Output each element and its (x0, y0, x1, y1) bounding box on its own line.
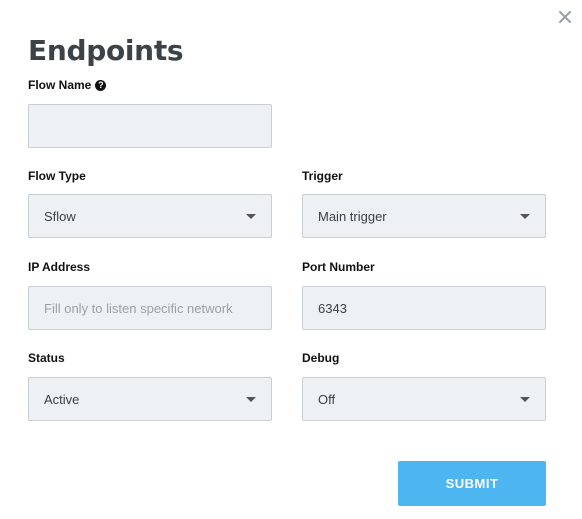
flow-type-label: Flow Type (28, 169, 86, 183)
trigger-label: Trigger (302, 169, 343, 183)
flow-name-label-text: Flow Name (28, 78, 92, 92)
status-select[interactable]: Active (28, 377, 272, 421)
chevron-down-icon (520, 213, 530, 219)
trigger-select[interactable]: Main trigger (302, 194, 546, 238)
debug-value: Off (318, 391, 336, 407)
submit-button[interactable]: SUBMIT (398, 461, 546, 506)
debug-select[interactable]: Off (302, 377, 546, 421)
chevron-down-icon (246, 213, 256, 219)
chevron-down-icon (246, 396, 256, 402)
ip-address-label: IP Address (28, 260, 91, 274)
help-icon[interactable]: ? (95, 79, 107, 91)
flow-name-label: Flow Name ? (28, 78, 107, 92)
port-number-label: Port Number (302, 260, 375, 274)
close-icon[interactable] (556, 8, 574, 26)
chevron-down-icon (520, 396, 530, 402)
status-label: Status (28, 351, 65, 365)
debug-label: Debug (302, 351, 340, 365)
flow-type-select[interactable]: Sflow (28, 194, 272, 238)
trigger-value: Main trigger (318, 208, 387, 224)
dialog-title: Endpoints (28, 34, 184, 67)
flow-type-value: Sflow (44, 208, 76, 224)
status-value: Active (44, 391, 80, 407)
ip-address-input[interactable] (28, 286, 272, 330)
port-number-input[interactable] (302, 286, 546, 330)
flow-name-input[interactable] (28, 104, 272, 148)
